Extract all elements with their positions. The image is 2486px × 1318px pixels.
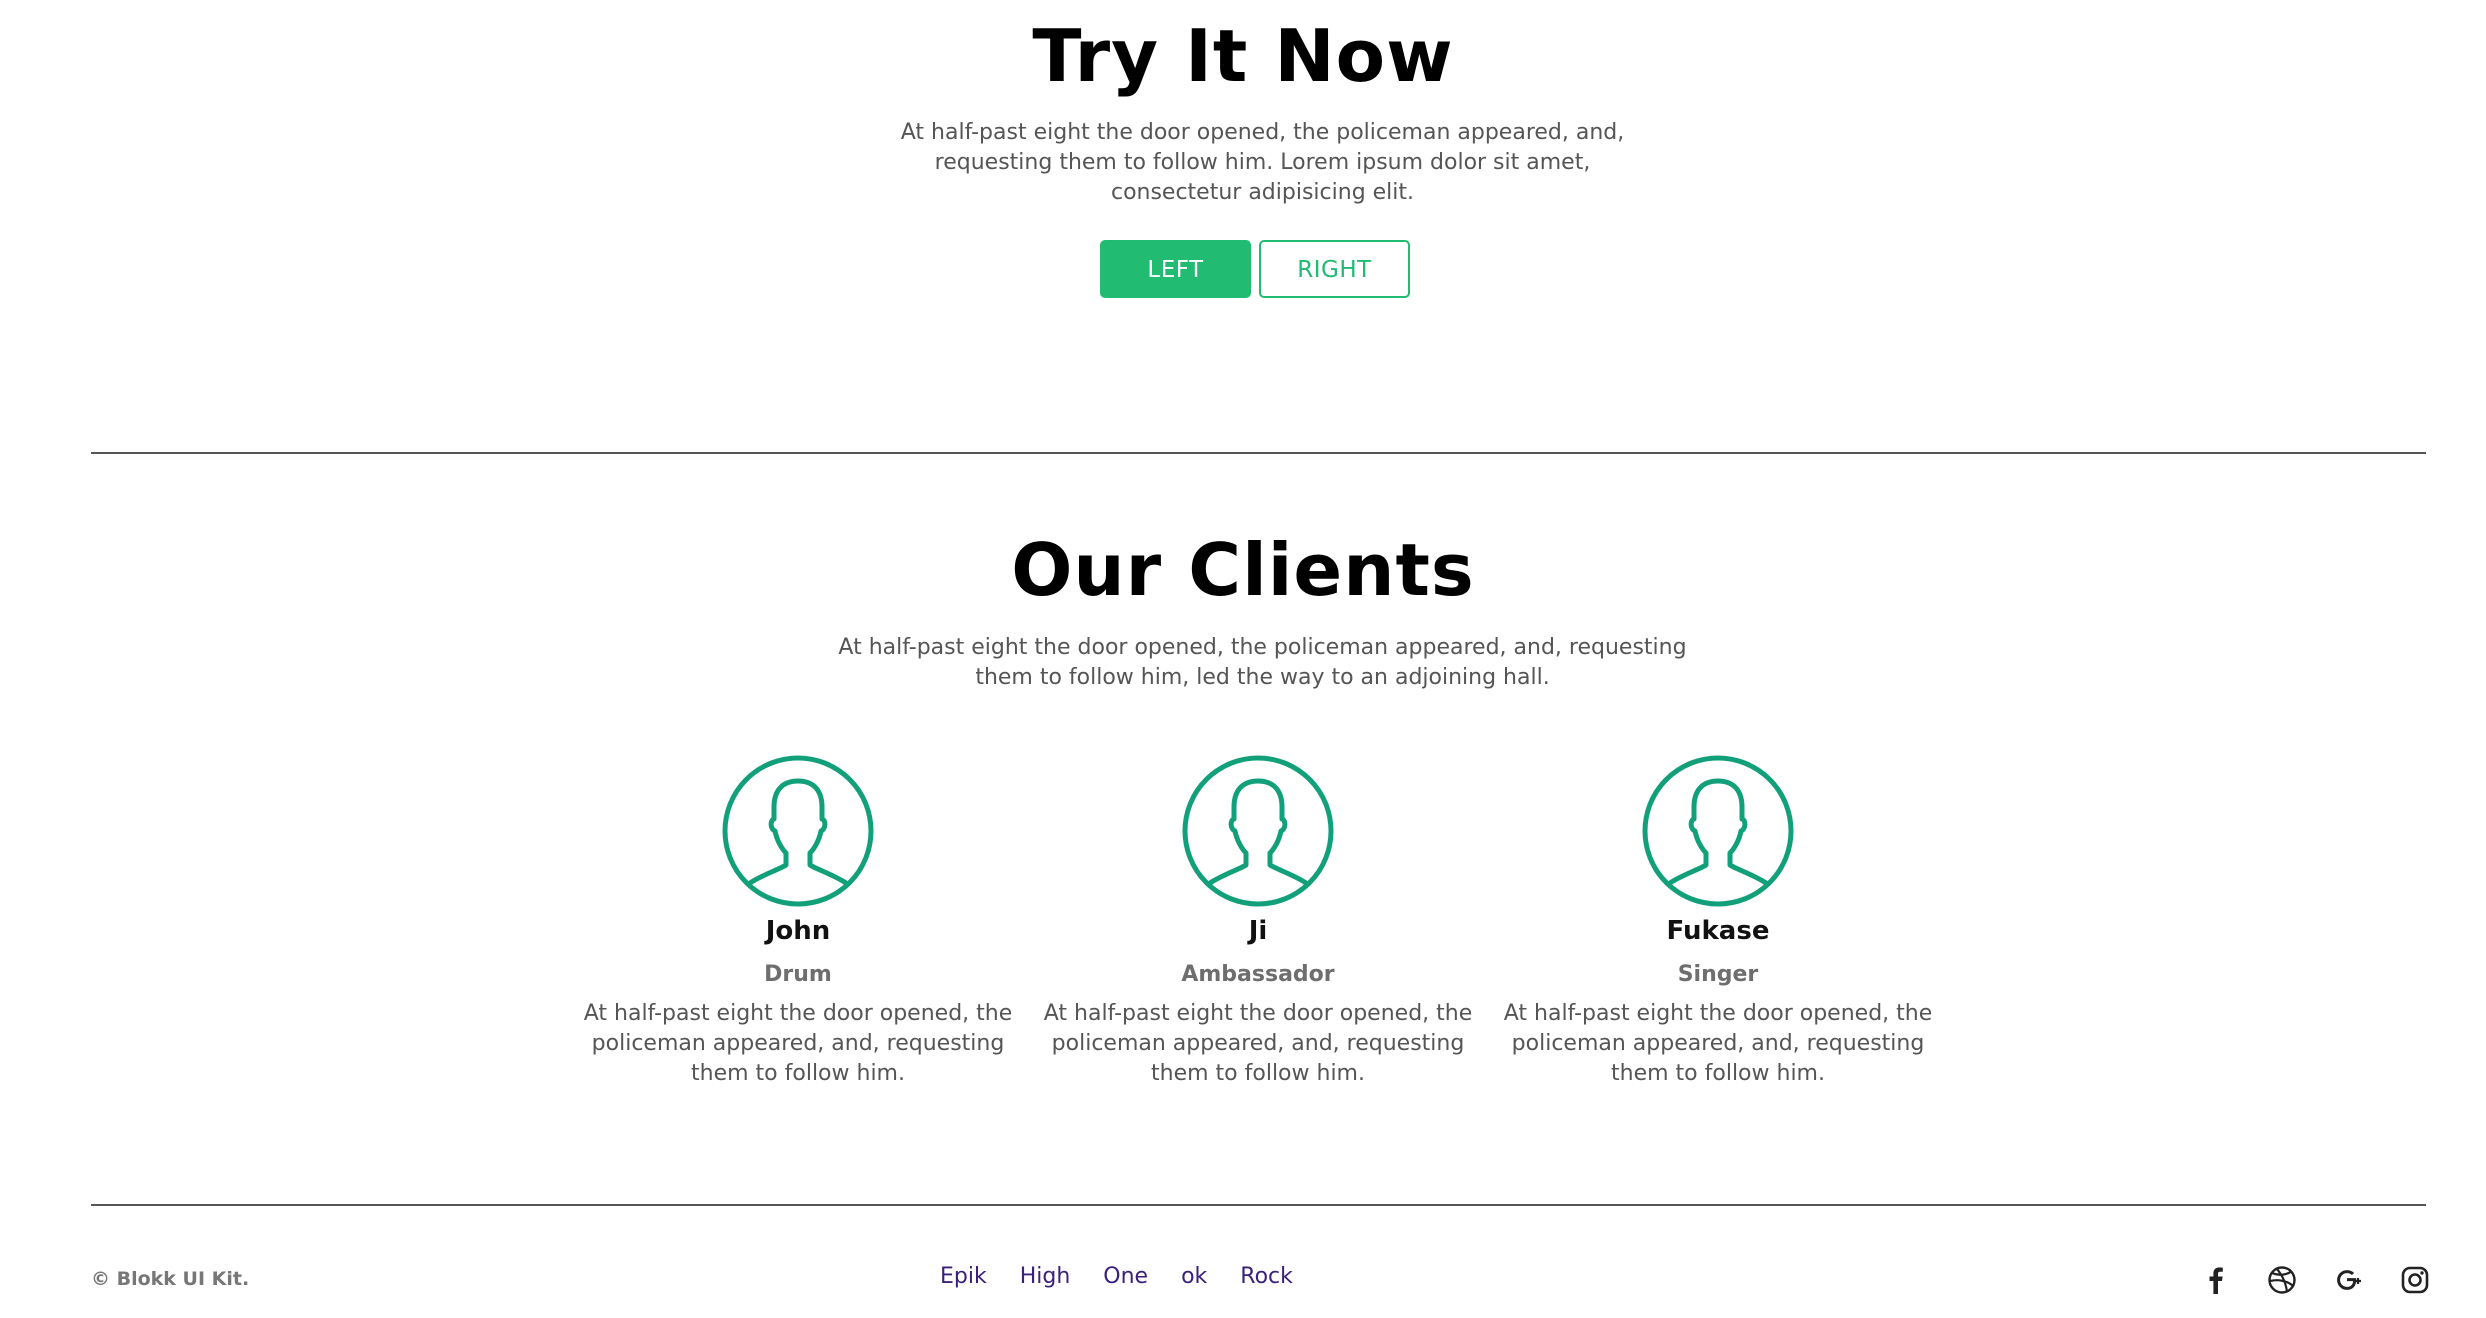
try-it-now-buttons: LEFT RIGHT [1100,240,1410,300]
client-role: Ambassador [1181,962,1335,987]
client-name: John [765,916,831,946]
left-button[interactable]: LEFT [1100,240,1251,298]
client-card: Ji Ambassador At half-past eight the doo… [1038,755,1478,1089]
dribbble-icon[interactable] [2266,1264,2298,1296]
our-clients-title: Our Clients [1011,528,1475,612]
user-avatar-icon [722,755,874,907]
try-it-now-title: Try It Now [1032,14,1454,98]
footer-link-one[interactable]: One [1103,1262,1148,1292]
footer-link-ok[interactable]: ok [1181,1262,1207,1292]
right-button[interactable]: RIGHT [1259,240,1410,298]
section-divider [91,452,2426,454]
client-description: At half-past eight the door opened, the … [583,1001,1013,1086]
instagram-icon[interactable] [2399,1264,2431,1296]
client-description: At half-past eight the door opened, the … [1043,1001,1473,1086]
try-it-now-section: Try It Now At half-past eight the door o… [0,0,2486,300]
our-clients-description: At half-past eight the door opened, the … [838,635,1687,690]
facebook-icon[interactable] [2200,1264,2232,1296]
client-card: John Drum At half-past eight the door op… [578,755,1018,1089]
social-links [2170,1264,2431,1300]
user-avatar-icon [1642,755,1794,907]
footer: © Blokk UI Kit. Epik High One ok Rock [0,1206,2486,1318]
copyright-text: © Blokk UI Kit. [91,1268,250,1290]
client-description: At half-past eight the door opened, the … [1503,1001,1933,1086]
client-card: Fukase Singer At half-past eight the doo… [1498,755,1938,1089]
client-role: Drum [764,962,832,987]
client-name: Ji [1248,916,1268,946]
try-it-now-description: At half-past eight the door opened, the … [900,120,1625,205]
footer-link-epik[interactable]: Epik [940,1262,987,1292]
footer-link-rock[interactable]: Rock [1240,1262,1293,1292]
footer-nav: Epik High One ok Rock [940,1262,1326,1292]
client-name: Fukase [1666,916,1770,946]
user-avatar-icon [1182,755,1334,907]
google-plus-icon[interactable] [2333,1264,2365,1296]
footer-link-high[interactable]: High [1020,1262,1071,1292]
client-role: Singer [1677,962,1759,987]
